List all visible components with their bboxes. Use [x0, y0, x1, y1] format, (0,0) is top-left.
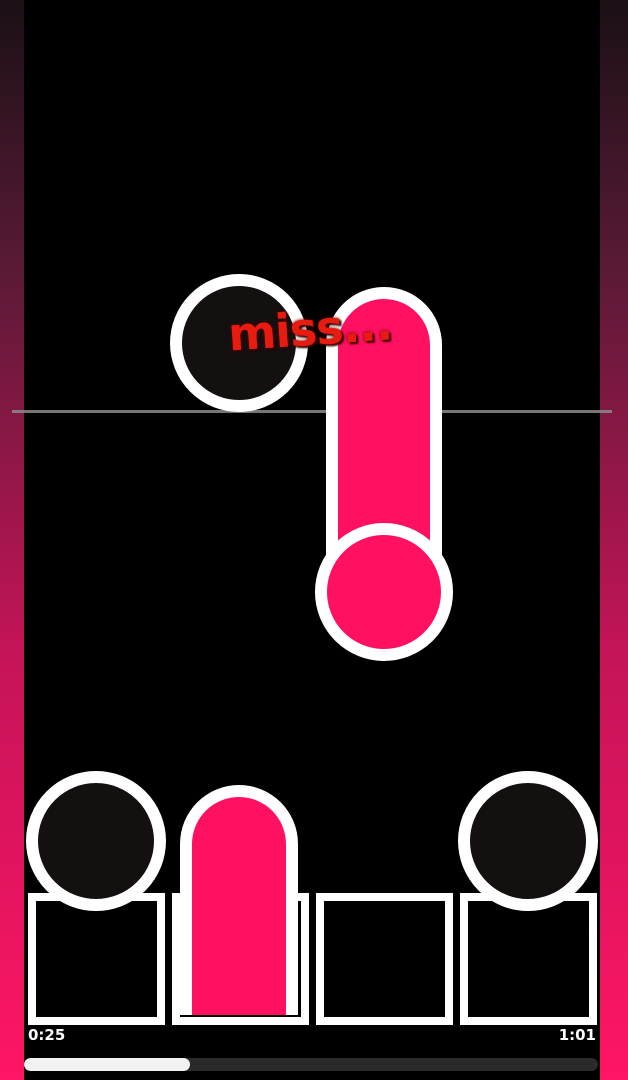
song-progress-bar [24, 1058, 598, 1071]
total-time: 1:01 [558, 1026, 596, 1044]
right-side-bar [600, 0, 628, 1080]
lane-3-button[interactable] [316, 893, 453, 1025]
hold-note-body [180, 785, 298, 1015]
song-progress-fill [24, 1058, 191, 1071]
left-side-bar [0, 0, 24, 1080]
hold-note-head [315, 523, 453, 661]
lane-1-button[interactable] [28, 893, 165, 1025]
tap-note [458, 771, 598, 911]
lane-4-button[interactable] [460, 893, 597, 1025]
elapsed-time: 0:25 [28, 1026, 66, 1044]
judgement-line [12, 410, 612, 413]
miss-judgement-text: miss... [226, 296, 394, 362]
tap-note [26, 771, 166, 911]
